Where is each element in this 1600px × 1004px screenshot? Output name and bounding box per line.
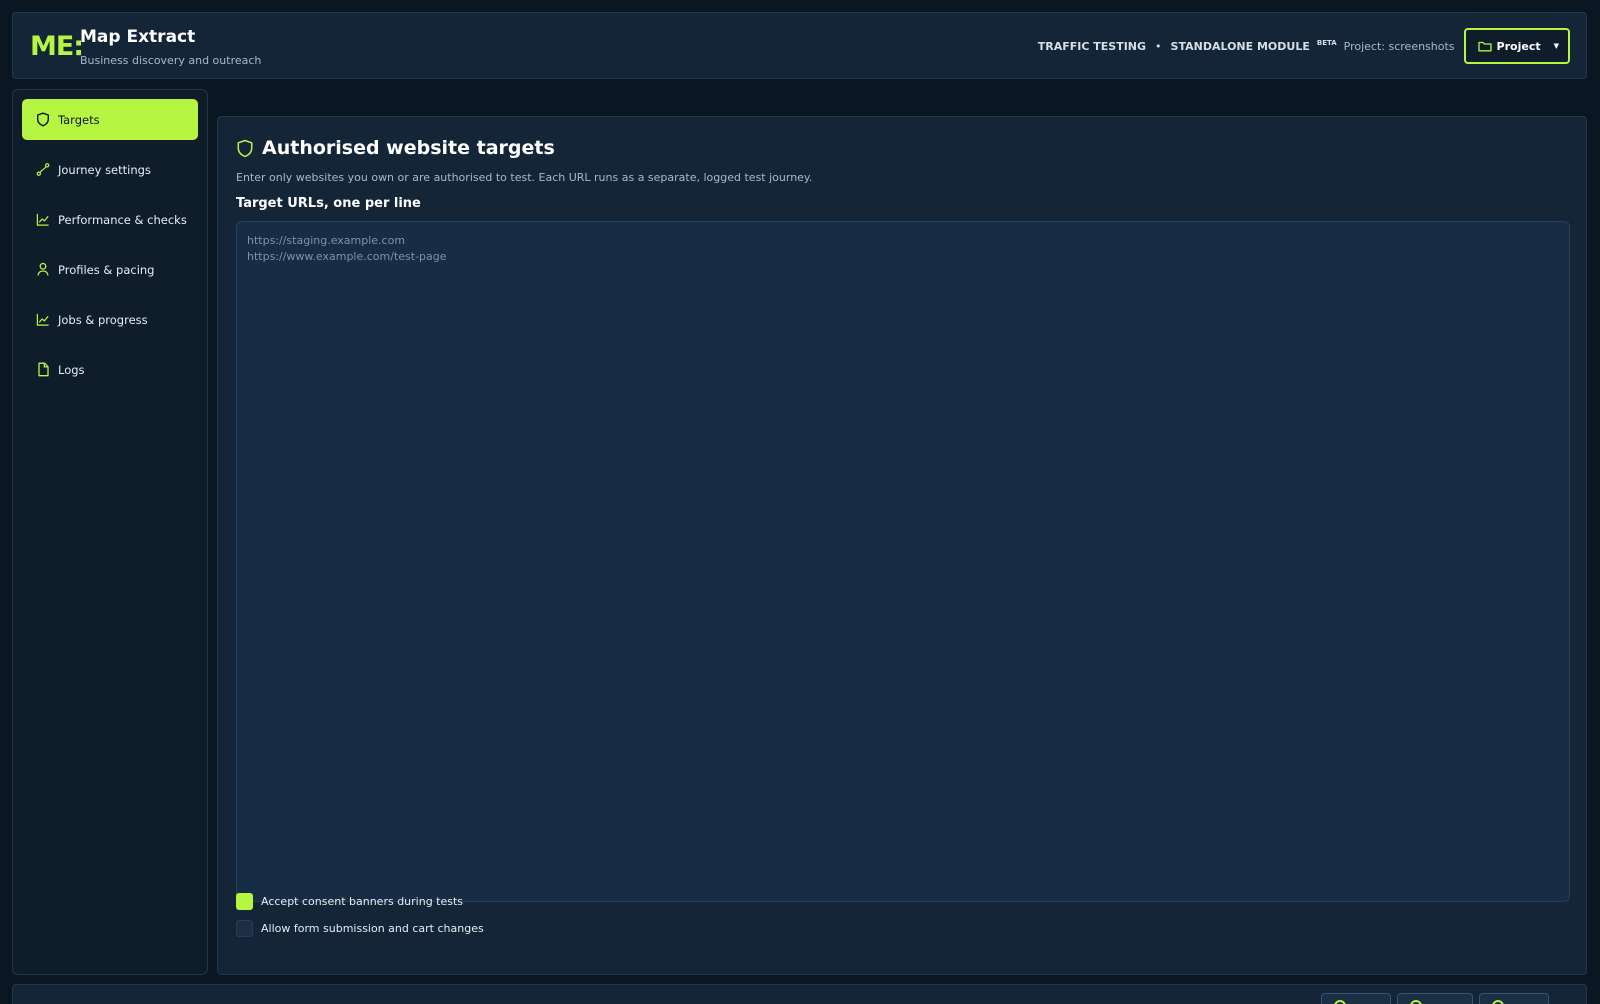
route-icon xyxy=(36,163,50,177)
footer-action-button-3[interactable] xyxy=(1479,993,1549,1004)
allow-form-label: Allow form submission and cart changes xyxy=(261,922,484,935)
header-status: TRAFFIC TESTING • STANDALONE MODULE BETA… xyxy=(1038,28,1570,64)
sidebar-item-label: Profiles & pacing xyxy=(58,262,155,277)
module-label: STANDALONE MODULE xyxy=(1170,39,1310,53)
sidebar-item-label: Logs xyxy=(58,362,85,377)
sidebar: Targets Journey settings Performance & c… xyxy=(12,89,208,975)
target-urls-input[interactable] xyxy=(236,221,1570,902)
file-icon xyxy=(36,362,50,377)
app-title: Map Extract xyxy=(80,27,196,47)
sidebar-item-label: Jobs & progress xyxy=(58,312,148,327)
page-title: Authorised website targets xyxy=(262,137,555,159)
sidebar-item-label: Targets xyxy=(58,112,100,127)
target-urls-label: Target URLs, one per line xyxy=(236,196,421,211)
footer-action-button-1[interactable] xyxy=(1321,993,1391,1004)
status-icon xyxy=(1492,1000,1504,1004)
chart-line-icon xyxy=(36,313,50,327)
project-button[interactable]: Project ▼ xyxy=(1463,28,1570,64)
shield-icon xyxy=(236,139,254,157)
app-subtitle: Business discovery and outreach xyxy=(80,54,262,67)
accept-consent-option[interactable]: Accept consent banners during tests xyxy=(236,893,463,910)
status-icon xyxy=(1334,1000,1346,1004)
allow-form-option[interactable]: Allow form submission and cart changes xyxy=(236,920,484,937)
project-button-label: Project xyxy=(1496,39,1541,53)
sidebar-item-jobs-progress[interactable]: Jobs & progress xyxy=(22,299,198,340)
sidebar-item-journey-settings[interactable]: Journey settings xyxy=(22,149,198,190)
chart-line-icon xyxy=(36,213,50,227)
sidebar-item-logs[interactable]: Logs xyxy=(22,349,198,390)
separator-dot: • xyxy=(1155,39,1162,53)
footer-action-button-2[interactable] xyxy=(1397,993,1473,1004)
shield-icon xyxy=(36,112,50,127)
app-header: ME: Map Extract Business discovery and o… xyxy=(12,12,1587,79)
project-name: Project: screenshots xyxy=(1343,39,1455,53)
mode-label: TRAFFIC TESTING xyxy=(1037,39,1147,53)
folder-icon xyxy=(1477,39,1492,53)
targets-panel: Authorised website targets Enter only we… xyxy=(217,116,1587,975)
panel-header: Authorised website targets xyxy=(236,137,555,159)
sidebar-item-targets[interactable]: Targets xyxy=(22,99,198,140)
user-icon xyxy=(36,262,50,277)
sidebar-item-profiles-pacing[interactable]: Profiles & pacing xyxy=(22,249,198,290)
app-logo: ME: xyxy=(30,31,84,62)
status-icon xyxy=(1410,1000,1422,1004)
sidebar-item-label: Performance & checks xyxy=(58,212,187,227)
allow-form-checkbox[interactable] xyxy=(236,920,253,937)
accept-consent-label: Accept consent banners during tests xyxy=(261,895,464,908)
footer-bar xyxy=(12,984,1587,1004)
beta-badge: BETA xyxy=(1316,39,1337,47)
accept-consent-checkbox[interactable] xyxy=(236,893,253,910)
panel-description: Enter only websites you own or are autho… xyxy=(236,171,813,184)
sidebar-item-performance-checks[interactable]: Performance & checks xyxy=(22,199,198,240)
chevron-down-icon: ▼ xyxy=(1553,42,1559,50)
sidebar-item-label: Journey settings xyxy=(58,162,151,177)
